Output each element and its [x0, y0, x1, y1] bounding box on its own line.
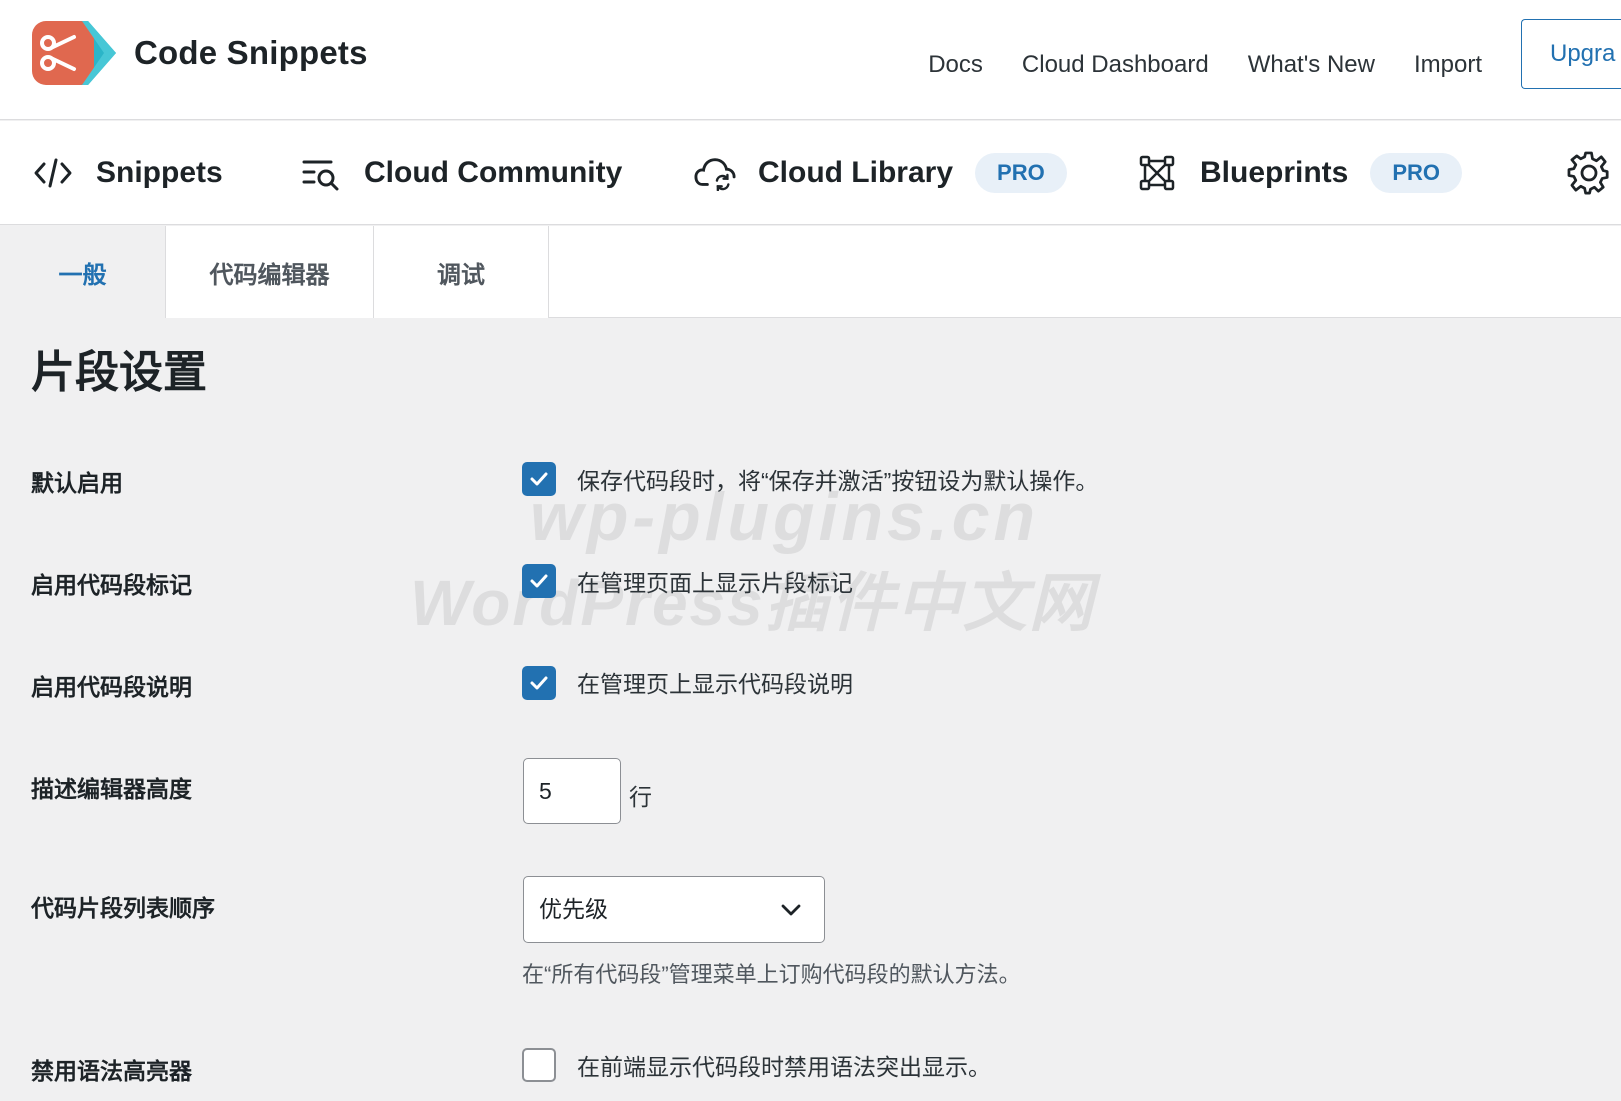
- checkmark-icon: [530, 676, 548, 690]
- nav-label-cloud-library: Cloud Library: [758, 156, 954, 189]
- code-snippets-logo-icon: [32, 21, 116, 85]
- disable-highlighter-text: 在前端显示代码段时禁用语法突出显示。: [577, 1054, 991, 1080]
- chevron-down-icon: [781, 904, 801, 916]
- list-order-label: 代码片段列表顺序: [31, 895, 215, 921]
- nav-snippets[interactable]: Snippets: [32, 121, 223, 225]
- cloud-dashboard-link[interactable]: Cloud Dashboard: [1022, 51, 1209, 79]
- description-height-suffix: 行: [629, 784, 652, 810]
- nav-cloud-community[interactable]: Cloud Community: [300, 121, 622, 225]
- enable-description-text: 在管理页上显示代码段说明: [577, 671, 853, 697]
- nav-cloud-library[interactable]: Cloud Library PRO: [694, 121, 1067, 225]
- tab-debug[interactable]: 调试: [374, 226, 549, 318]
- enable-description-label: 启用代码段说明: [31, 674, 192, 700]
- nav-blueprints[interactable]: Blueprints PRO: [1136, 121, 1463, 225]
- list-order-select[interactable]: 优先级: [523, 876, 825, 943]
- brand-name: Code Snippets: [134, 34, 368, 71]
- checkmark-icon: [530, 472, 548, 486]
- activate-by-default-label: 默认启用: [31, 470, 123, 496]
- upgrade-button[interactable]: Upgra: [1521, 19, 1621, 89]
- checkmark-icon: [530, 574, 548, 588]
- activate-by-default-checkbox[interactable]: [522, 462, 556, 496]
- code-icon: [32, 152, 74, 194]
- top-links: Docs Cloud Dashboard What's New Import U…: [928, 19, 1621, 89]
- enable-description-checkbox[interactable]: [522, 666, 556, 700]
- docs-link[interactable]: Docs: [928, 51, 983, 79]
- enable-tags-checkbox[interactable]: [522, 564, 556, 598]
- gear-icon[interactable]: [1567, 151, 1611, 195]
- nav-label-snippets: Snippets: [96, 156, 223, 189]
- tab-code-editor[interactable]: 代码编辑器: [166, 226, 374, 318]
- pro-badge: PRO: [1370, 153, 1463, 193]
- description-height-input[interactable]: 5: [523, 758, 621, 824]
- cloud-sync-icon: [694, 152, 736, 194]
- page-title: 片段设置: [31, 348, 207, 397]
- pro-badge: PRO: [975, 153, 1067, 193]
- nav-label-cloud-community: Cloud Community: [364, 156, 623, 189]
- activate-by-default-text: 保存代码段时，将“保存并激活”按钮设为默认操作。: [577, 468, 1099, 494]
- top-header: Code Snippets Docs Cloud Dashboard What'…: [0, 0, 1621, 120]
- description-height-label: 描述编辑器高度: [31, 776, 192, 802]
- blueprint-icon: [1136, 152, 1178, 194]
- search-list-icon: [300, 152, 342, 194]
- tab-bar-fill: [549, 226, 1621, 317]
- settings-tabs: 一般 代码编辑器 调试: [0, 226, 1621, 318]
- whats-new-link[interactable]: What's New: [1248, 51, 1375, 79]
- enable-tags-text: 在管理页面上显示片段标记: [577, 570, 853, 596]
- brand[interactable]: Code Snippets: [30, 17, 368, 89]
- nav-label-blueprints: Blueprints: [1200, 156, 1349, 189]
- disable-highlighter-label: 禁用语法高亮器: [31, 1058, 192, 1084]
- tab-general[interactable]: 一般: [0, 226, 166, 318]
- list-order-help: 在“所有代码段”管理菜单上订购代码段的默认方法。: [522, 962, 1021, 987]
- enable-tags-label: 启用代码段标记: [31, 572, 192, 598]
- disable-highlighter-checkbox[interactable]: [522, 1048, 556, 1082]
- list-order-selected: 优先级: [539, 896, 608, 922]
- import-link[interactable]: Import: [1414, 51, 1482, 79]
- section-nav: Snippets Cloud Community Cloud Library P…: [0, 121, 1621, 225]
